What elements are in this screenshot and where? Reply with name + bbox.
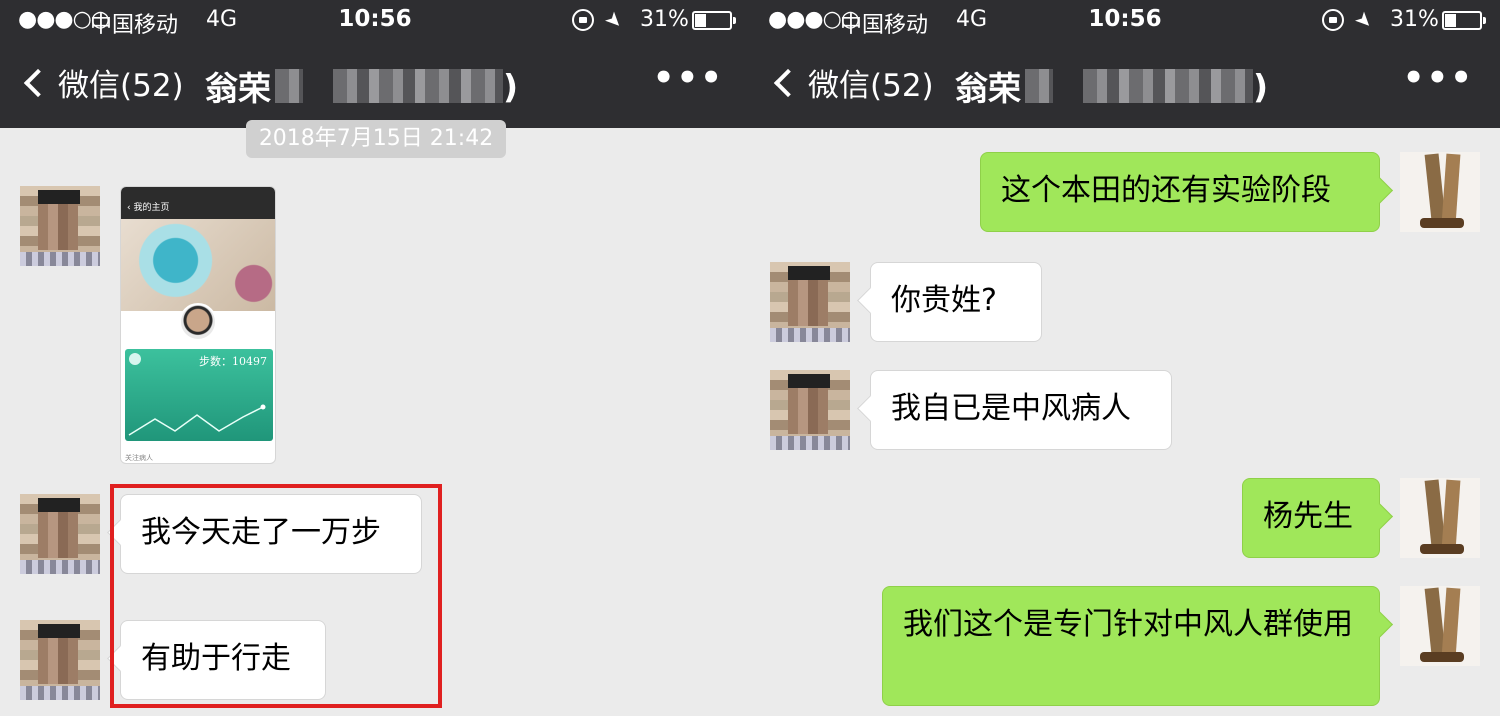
contact-avatar[interactable]: [770, 370, 850, 450]
back-button[interactable]: 微信(52): [18, 60, 184, 105]
status-bar: ●●●○○ 中国移动 4G 10:56 ➤ 31%: [0, 0, 750, 40]
message-bubble[interactable]: 这个本田的还有实验阶段: [980, 152, 1380, 232]
user-dot-icon: [129, 353, 141, 365]
chat-title: 翁荣 ): [955, 62, 1268, 110]
profile-photo: [179, 303, 217, 341]
message-bubble[interactable]: 我们这个是专门针对中风人群使用: [882, 586, 1380, 706]
self-avatar[interactable]: [1400, 478, 1480, 558]
self-avatar[interactable]: [1400, 152, 1480, 232]
self-avatar[interactable]: [1400, 586, 1480, 666]
chat-screen-left: ●●●○○ 中国移动 4G 10:56 ➤ 31% 微信(52) 翁荣 ) ••…: [0, 0, 750, 716]
battery-icon: [692, 11, 736, 30]
nav-bar: 微信(52) 翁荣 ) •••: [0, 40, 750, 128]
redacted-text: [275, 69, 303, 103]
nav-bar: 微信(52) 翁荣 ) •••: [750, 40, 1500, 128]
message-bubble[interactable]: 你贵姓?: [870, 262, 1042, 342]
contact-avatar[interactable]: [770, 262, 850, 342]
redacted-text: [333, 69, 503, 103]
contact-avatar[interactable]: [20, 186, 100, 266]
step-count-card: 步数：10497: [125, 349, 273, 441]
message-bubble[interactable]: 我自已是中风病人: [870, 370, 1172, 450]
battery-icon: [1442, 11, 1486, 30]
battery-percent: 31%: [1390, 7, 1439, 32]
contact-avatar[interactable]: [20, 494, 100, 574]
mini-status-bar: [121, 187, 275, 197]
battery-percent: 31%: [640, 7, 689, 32]
step-count-label: 步数：10497: [199, 355, 267, 368]
message-timestamp: 2018年7月15日 21:42: [246, 120, 506, 158]
chevron-left-icon: [23, 68, 53, 97]
status-bar: ●●●○○ 中国移动 4G 10:56 ➤ 31%: [750, 0, 1500, 40]
chat-title-suffix: ): [1253, 66, 1269, 106]
chat-title-name: 翁荣: [955, 69, 1021, 108]
rotation-lock-icon: [1322, 9, 1344, 31]
back-button[interactable]: 微信(52): [768, 60, 934, 105]
image-message[interactable]: ‹ 我的主页 步数：10497 关注病人: [120, 186, 276, 464]
message-bubble[interactable]: 杨先生: [1242, 478, 1380, 558]
card-footer: 关注病人: [125, 454, 153, 462]
clock: 10:56: [338, 6, 412, 32]
chat-screen-right: ●●●○○ 中国移动 4G 10:56 ➤ 31% 微信(52) 翁荣 ) ••…: [750, 0, 1500, 716]
chat-title-name: 翁荣: [205, 69, 271, 108]
chevron-left-icon: [773, 68, 803, 97]
chat-title-suffix: ): [503, 66, 519, 106]
cover-photo: [121, 219, 275, 311]
highlight-box: [110, 484, 442, 708]
clock: 10:56: [1088, 6, 1162, 32]
redacted-text: [1083, 69, 1253, 103]
mini-header-title: ‹ 我的主页: [121, 197, 275, 219]
contact-avatar[interactable]: [20, 620, 100, 700]
redacted-text: [1025, 69, 1053, 103]
back-label: 微信(52): [58, 68, 184, 104]
step-trend-line: [128, 404, 266, 436]
chat-title: 翁荣 ): [205, 62, 518, 110]
more-options-button[interactable]: •••: [653, 58, 724, 98]
back-label: 微信(52): [808, 68, 934, 104]
rotation-lock-icon: [572, 9, 594, 31]
more-options-button[interactable]: •••: [1403, 58, 1474, 98]
